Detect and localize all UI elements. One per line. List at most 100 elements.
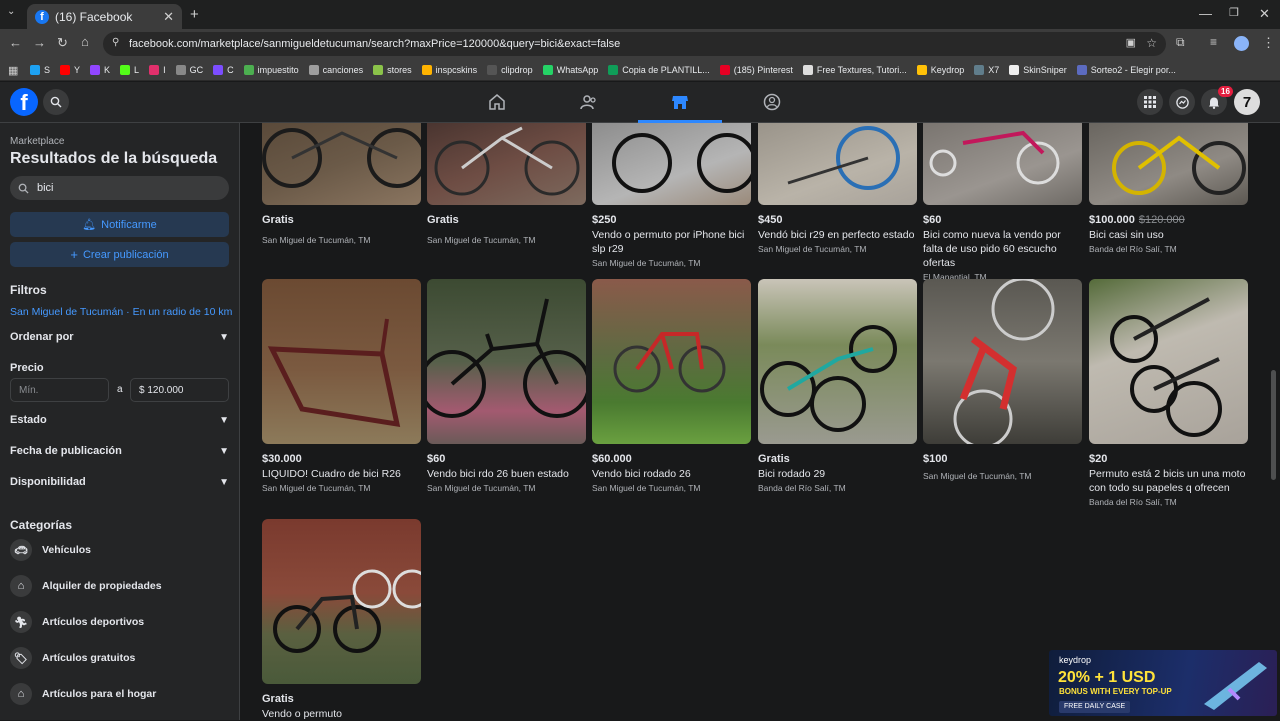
page-scrollbar[interactable]	[1271, 370, 1276, 480]
home-icon[interactable]: ⌂	[81, 34, 89, 49]
profile-avatar-icon[interactable]	[1234, 36, 1249, 51]
date-dropdown[interactable]: Fecha de publicación ▼	[10, 445, 229, 457]
close-window-icon[interactable]: ✕	[1259, 6, 1270, 22]
media-icon[interactable]: ≡	[1210, 35, 1217, 49]
listing-card[interactable]: $30.000 LIQUIDO! Cuadro de bici R26 San …	[262, 279, 422, 493]
bookmark-item[interactable]: impuestito	[243, 64, 299, 75]
sort-dropdown[interactable]: Ordenar por ▼	[10, 331, 229, 343]
bookmark-item[interactable]: X7	[974, 64, 999, 75]
listing-card[interactable]: $450 Vendó bici r29 en perfecto estado S…	[758, 123, 918, 254]
reload-icon[interactable]: ↻	[57, 35, 68, 51]
new-tab-icon[interactable]: +	[190, 6, 199, 23]
listing-card[interactable]: Gratis San Miguel de Tucumán, TM	[427, 123, 587, 245]
bookmark-item[interactable]: S	[30, 64, 51, 75]
bookmark-star-icon[interactable]: ☆	[1146, 36, 1157, 50]
listing-price: $30.000	[262, 453, 302, 465]
marketplace-nav-icon[interactable]	[669, 91, 691, 113]
minimize-icon[interactable]: —	[1199, 6, 1212, 21]
availability-dropdown[interactable]: Disponibilidad ▼	[10, 476, 229, 488]
category-home-goods[interactable]: ⌂ Artículos para el hogar	[10, 683, 156, 705]
search-value: bici	[37, 182, 54, 194]
bookmark-item[interactable]: inspcskins	[421, 64, 477, 75]
listing-card[interactable]: Gratis Vendo o permuto	[262, 519, 422, 721]
facebook-logo-icon[interactable]: f	[10, 88, 38, 116]
bookmark-item[interactable]: I	[149, 64, 166, 75]
listing-photo	[592, 123, 751, 205]
bookmark-item[interactable]: Sorteo2 - Elegir por...	[1076, 64, 1176, 75]
ad-brand: keydrop	[1059, 655, 1092, 665]
bookmark-item[interactable]: GC	[175, 64, 203, 75]
profile-initial: 7	[1242, 93, 1252, 111]
groups-nav-icon[interactable]	[761, 91, 783, 113]
apps-grid-icon[interactable]: ▦	[8, 64, 18, 77]
category-sporting-goods[interactable]: 🏃︎ Artículos deportivos	[10, 611, 144, 633]
listing-card[interactable]: $100.000 $120.000 Bici casi sin uso Banda…	[1089, 123, 1249, 254]
listing-photo	[592, 279, 751, 444]
listing-card[interactable]: $250 Vendo o permuto por iPhone bici slp…	[592, 123, 752, 268]
bookmark-item[interactable]: (185) Pinterest	[719, 64, 793, 75]
category-free-stuff[interactable]: 🏷︎ Artículos gratuitos	[10, 647, 135, 669]
tab-search-icon[interactable]: ⌄	[7, 6, 15, 17]
bookmark-favicon-icon	[373, 64, 384, 75]
extensions-icon[interactable]: ⧉	[1176, 35, 1185, 50]
category-label: Alquiler de propiedades	[42, 580, 162, 592]
availability-label: Disponibilidad	[10, 476, 86, 488]
price-max-input[interactable]: $ 120.000	[130, 378, 229, 402]
search-input[interactable]: bici	[10, 176, 229, 200]
bookmark-item[interactable]: L	[120, 64, 139, 75]
create-listing-button[interactable]: + Crear publicación	[10, 242, 229, 267]
category-label: Artículos gratuitos	[42, 652, 136, 664]
location-filter[interactable]: San Miguel de Tucumán · En un radio de 1…	[10, 306, 232, 318]
browser-tab[interactable]: f (16) Facebook ✕	[27, 4, 182, 29]
address-bar[interactable]: ⚲ facebook.com/marketplace/sanmigueldetu…	[103, 32, 1166, 56]
listing-price: $100.000 $120.000	[1089, 214, 1249, 226]
category-vehicles[interactable]: 🚗︎ Vehículos	[10, 539, 91, 561]
bookmark-item[interactable]: Copia de PLANTILL...	[608, 64, 710, 75]
price-min-input[interactable]: Mín.	[10, 378, 109, 402]
restore-icon[interactable]: ❐	[1229, 6, 1239, 19]
cast-icon[interactable]: ▣	[1126, 36, 1136, 49]
bookmark-item[interactable]: clipdrop	[487, 64, 533, 75]
notify-button[interactable]: 🔔︎ Notificarme	[10, 212, 229, 237]
bookmark-item[interactable]: C	[213, 64, 234, 75]
bookmark-item[interactable]: K	[90, 64, 110, 75]
bookmark-item[interactable]: Keydrop	[916, 64, 964, 75]
site-info-icon[interactable]: ⚲	[112, 37, 119, 48]
price-label: Precio	[10, 362, 44, 374]
menu-grid-icon[interactable]	[1137, 89, 1163, 115]
listing-card[interactable]: $100 San Miguel de Tucumán, TM	[923, 279, 1083, 481]
house-icon: ⌂	[10, 575, 32, 597]
back-icon[interactable]: ←	[9, 35, 22, 50]
section-label[interactable]: Marketplace	[10, 136, 64, 147]
search-icon[interactable]	[43, 89, 69, 115]
bookmark-favicon-icon	[1076, 64, 1087, 75]
bookmark-item[interactable]: canciones	[308, 64, 363, 75]
bookmark-item[interactable]: SkinSniper	[1009, 64, 1067, 75]
tab-title: (16) Facebook	[55, 9, 133, 24]
bookmark-item[interactable]: Y	[60, 64, 80, 75]
listing-card[interactable]: $60 Bici como nueva la vendo por falta d…	[923, 123, 1083, 282]
listing-card[interactable]: $60.000 Vendo bici rodado 26 San Miguel …	[592, 279, 752, 493]
home-nav-icon[interactable]	[486, 91, 508, 113]
bookmark-label: S	[44, 64, 51, 75]
forward-icon[interactable]: →	[33, 35, 46, 50]
listing-card[interactable]: $20 Permuto está 2 bicis un una moto con…	[1089, 279, 1249, 507]
close-tab-icon[interactable]: ✕	[163, 9, 174, 25]
listing-card[interactable]: $60 Vendo bici rdo 26 buen estado San Mi…	[427, 279, 587, 493]
listing-card[interactable]: Gratis Bici rodado 29 Banda del Río Salí…	[758, 279, 918, 493]
price-original: $120.000	[1138, 214, 1185, 226]
messenger-icon[interactable]	[1169, 89, 1195, 115]
listing-card[interactable]: Gratis San Miguel de Tucumán, TM	[262, 123, 422, 245]
keydrop-ad-banner[interactable]: keydrop 20% + 1 USD BONUS WITH EVERY TOP…	[1049, 650, 1277, 716]
profile-avatar[interactable]: 7	[1234, 89, 1260, 115]
listing-photo	[758, 279, 917, 444]
menu-kebab-icon[interactable]: ⋮	[1262, 35, 1275, 51]
bookmark-item[interactable]: WhatsApp	[542, 64, 598, 75]
bookmark-item[interactable]: stores	[373, 64, 412, 75]
friends-nav-icon[interactable]	[578, 91, 600, 113]
facebook-header: f 16 7	[0, 82, 1280, 123]
condition-dropdown[interactable]: Estado ▼	[10, 414, 229, 426]
listing-title: Bici rodado 29	[758, 468, 826, 480]
category-property-rentals[interactable]: ⌂ Alquiler de propiedades	[10, 575, 162, 597]
bookmark-item[interactable]: Free Textures, Tutori...	[802, 64, 907, 75]
